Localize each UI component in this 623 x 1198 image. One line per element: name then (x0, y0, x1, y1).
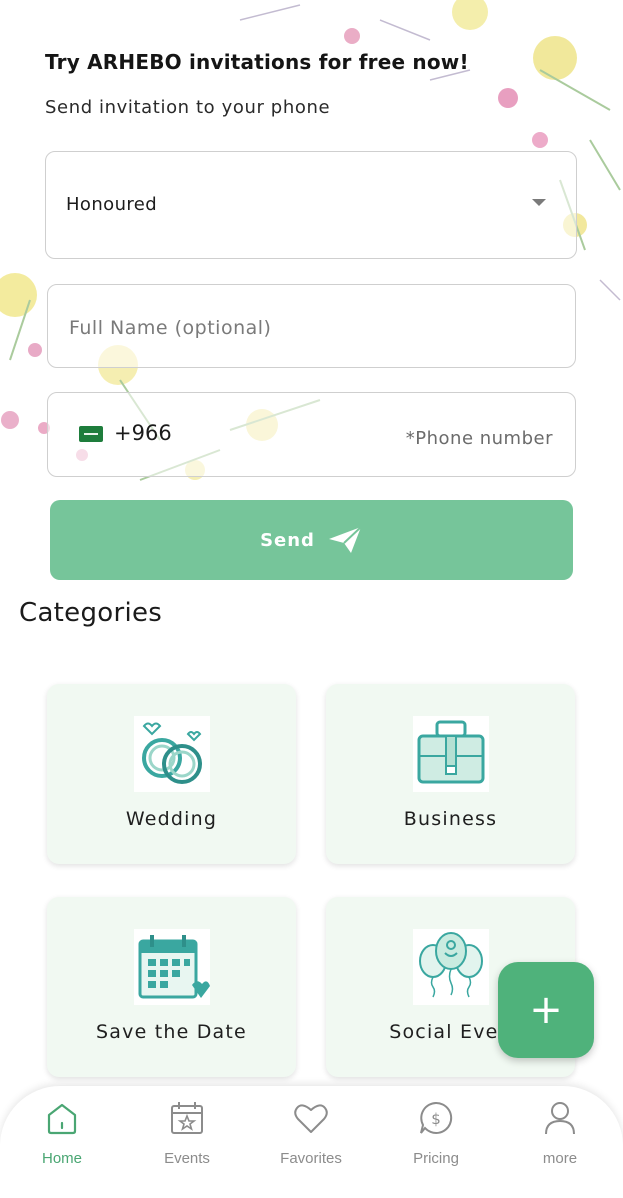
send-button[interactable]: Send (50, 500, 573, 580)
category-label: Business (403, 808, 498, 830)
honoured-select-value: Honoured (66, 194, 158, 215)
rings-icon (133, 716, 210, 792)
caret-down-icon (532, 199, 546, 206)
nav-label: more (542, 1150, 578, 1167)
category-label: Save the Date (96, 1021, 247, 1043)
calendar-star-icon (171, 1102, 203, 1134)
nav-item-more[interactable]: more (510, 1086, 610, 1198)
add-button[interactable]: + (498, 962, 594, 1058)
nav-label: Home (41, 1150, 82, 1167)
saudi-arabia-flag-icon[interactable] (79, 426, 103, 442)
honoured-select[interactable]: Honoured (45, 151, 577, 259)
balloons-icon (412, 929, 489, 1005)
calendar-heart-icon (133, 929, 210, 1005)
category-card-wedding[interactable]: Wedding (47, 684, 296, 864)
nav-item-events[interactable]: Events (137, 1086, 237, 1198)
nav-item-favorites[interactable]: Favorites (261, 1086, 361, 1198)
full-name-placeholder: Full Name (optional) (69, 317, 272, 339)
full-name-input[interactable]: Full Name (optional) (47, 284, 576, 368)
nav-item-pricing[interactable]: $ Pricing (386, 1086, 486, 1198)
dial-code[interactable]: +966 (114, 421, 172, 445)
bottom-nav: Home Events Favorites $ Pricing more (0, 1086, 623, 1198)
dollar-coin-icon: $ (420, 1101, 453, 1134)
home-icon (47, 1103, 77, 1135)
user-icon (545, 1102, 575, 1135)
nav-label: Favorites (280, 1150, 342, 1167)
category-card-business[interactable]: Business (326, 684, 575, 864)
category-label: Wedding (125, 808, 218, 830)
phone-input[interactable]: +966 *Phone number (47, 392, 576, 477)
nav-label: Events (164, 1150, 210, 1167)
briefcase-icon (412, 716, 489, 792)
categories-title: Categories (19, 598, 163, 628)
promo-headline: Try ARHEBO invitations for free now! (45, 50, 469, 74)
svg-text:$: $ (431, 1110, 441, 1128)
send-button-label: Send (260, 529, 315, 551)
phone-number-placeholder: *Phone number (405, 428, 553, 449)
nav-item-home[interactable]: Home (12, 1086, 112, 1198)
heart-icon (294, 1104, 328, 1133)
nav-label: Pricing (413, 1150, 459, 1167)
category-card-save-the-date[interactable]: Save the Date (47, 897, 296, 1077)
promo-subline: Send invitation to your phone (45, 97, 331, 118)
paper-plane-icon (328, 526, 362, 553)
